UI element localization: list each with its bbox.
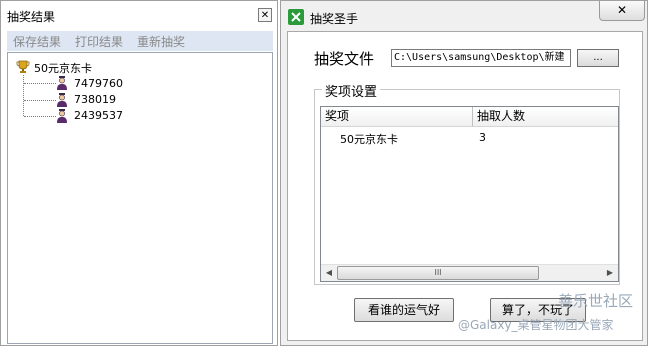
person-icon xyxy=(57,109,67,123)
scroll-thumb[interactable]: III xyxy=(337,266,539,280)
prize-cell[interactable]: 50元京东卡 xyxy=(340,131,398,147)
menu-print-results[interactable]: 打印结果 xyxy=(75,33,123,50)
results-close-button[interactable]: ✕ xyxy=(258,8,272,22)
trophy-icon xyxy=(16,60,30,73)
tree-child-label[interactable]: 738019 xyxy=(74,93,116,106)
menu-redraw[interactable]: 重新抽奖 xyxy=(137,33,185,50)
scroll-left-icon[interactable]: ◀ xyxy=(321,265,337,281)
tree-connector xyxy=(24,83,56,84)
tree-connector xyxy=(24,116,56,117)
tree-connector xyxy=(24,100,56,101)
tree-root-label[interactable]: 50元京东卡 xyxy=(34,60,92,76)
results-window: 抽奖结果 ✕ 保存结果 打印结果 重新抽奖 50元京东卡 7479760 738… xyxy=(0,0,278,346)
column-header-prize[interactable]: 奖项 xyxy=(321,107,473,127)
file-label: 抽奖文件 xyxy=(314,50,375,68)
tree-child-label[interactable]: 7479760 xyxy=(74,77,123,90)
count-cell[interactable]: 3 xyxy=(479,131,486,144)
prize-settings-title: 奖项设置 xyxy=(322,81,381,100)
tree-connector xyxy=(23,75,24,116)
horizontal-scrollbar[interactable]: ◀ III ▶ xyxy=(321,264,618,281)
menu-save-results[interactable]: 保存结果 xyxy=(13,33,61,50)
person-icon xyxy=(57,76,67,90)
watermark-text: 善乐世社区 xyxy=(558,292,634,310)
lottery-window-title: 抽奖圣手 xyxy=(310,12,359,26)
column-header-count[interactable]: 抽取人数 xyxy=(473,107,618,127)
person-icon xyxy=(57,93,67,107)
results-window-title: 抽奖结果 xyxy=(7,10,56,24)
results-titlebar[interactable]: 抽奖结果 ✕ xyxy=(1,1,277,29)
watermark-text: @Galaxy_桌管星物团大管家 xyxy=(458,318,614,332)
lottery-close-button[interactable]: ✕ xyxy=(599,1,645,21)
results-menubar: 保存结果 打印结果 重新抽奖 xyxy=(7,31,273,51)
tree-child-label[interactable]: 2439537 xyxy=(74,109,123,122)
browse-button[interactable]: ... xyxy=(577,49,619,67)
file-path-field[interactable]: C:\Users\samsung\Desktop\新建 xyxy=(391,49,571,67)
close-icon: ✕ xyxy=(260,10,270,21)
scroll-right-icon[interactable]: ▶ xyxy=(602,265,618,281)
lottery-titlebar[interactable]: 抽奖圣手 ✕ xyxy=(281,1,647,29)
app-icon xyxy=(288,9,304,25)
results-tree[interactable]: 50元京东卡 7479760 738019 2439537 xyxy=(7,52,273,344)
prize-list[interactable]: 奖项 抽取人数 50元京东卡 3 ◀ III ▶ xyxy=(320,106,619,282)
draw-button[interactable]: 看谁的运气好 xyxy=(354,298,454,322)
close-icon: ✕ xyxy=(616,3,628,17)
